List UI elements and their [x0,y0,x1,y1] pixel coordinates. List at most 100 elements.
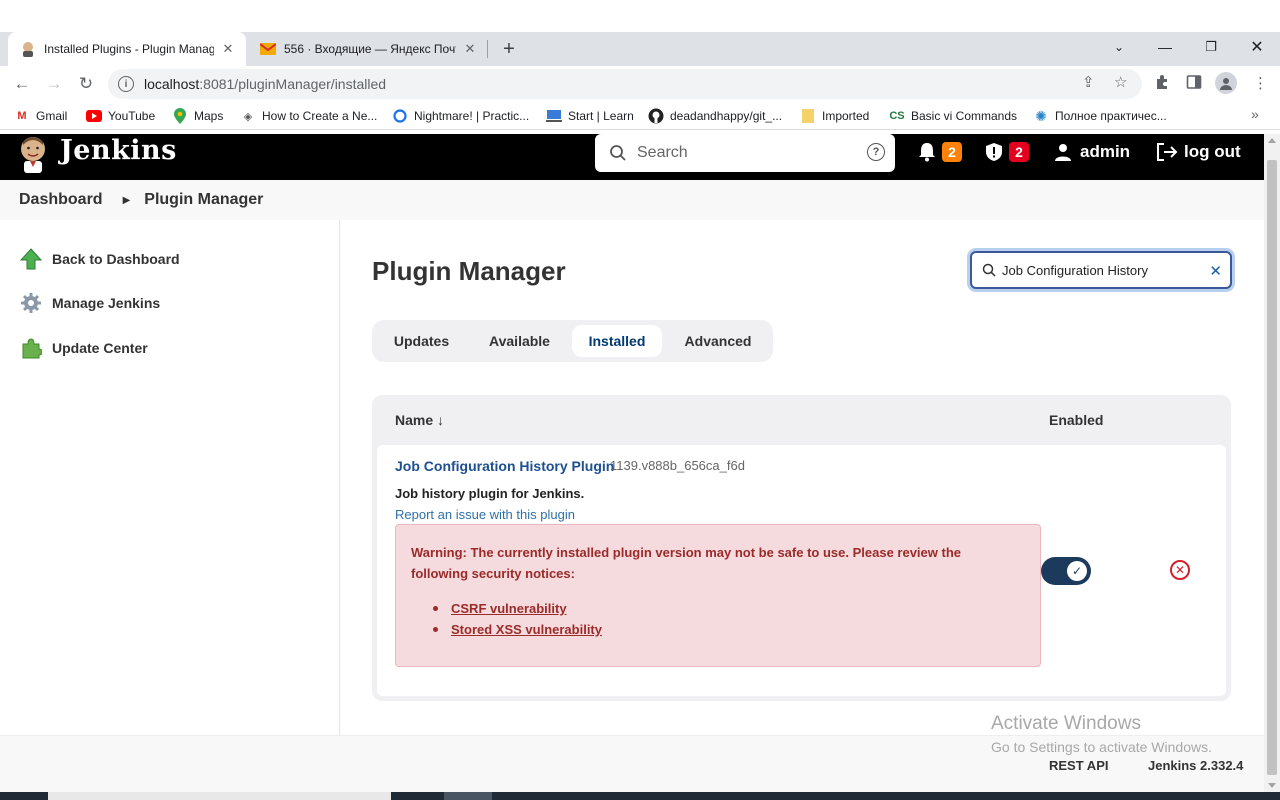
extensions-icon[interactable] [1154,74,1170,94]
puzzle-icon [20,337,42,359]
activate-windows-subtitle: Go to Settings to activate Windows. [991,739,1212,755]
user-menu[interactable]: admin [1054,142,1130,162]
jenkins-header: Jenkins ? 2 2 admin log out [0,134,1264,180]
bookmark-youtube[interactable]: YouTube [86,107,155,125]
mail-favicon-icon [260,41,276,57]
breadcrumb-chevron-icon[interactable]: ▶ [123,195,131,206]
share-icon[interactable]: ⇪ [1082,73,1095,91]
tab-advanced[interactable]: Advanced [672,325,764,357]
column-header-name[interactable]: Name ↓ [395,412,444,428]
new-tab-icon[interactable]: + [498,32,520,66]
security-button[interactable]: 2 [985,142,1029,162]
jenkins-logo-icon[interactable] [18,135,48,173]
enabled-toggle[interactable]: ✓ [1041,557,1091,585]
sidebar-item-update-center[interactable]: Update Center [20,337,148,359]
scroll-up-icon[interactable] [1268,138,1276,143]
bookmark-polnoe[interactable]: ✺ Полное практичес... [1033,107,1167,125]
uninstall-icon[interactable]: ✕ [1170,560,1190,580]
scroll-down-icon[interactable] [1268,783,1276,788]
tab-installed[interactable]: Installed [572,325,662,357]
global-search[interactable]: ? [595,134,895,172]
tab-title: Installed Plugins - Plugin Manager [44,42,214,56]
tab-search-icon[interactable]: ⌄ [1096,32,1142,62]
taskbar-app[interactable] [444,792,492,800]
breadcrumb-dashboard[interactable]: Dashboard [19,191,103,209]
plugin-version: 1139.v888b_656ca_f6d [610,458,745,473]
scrollbar-thumb[interactable] [1267,160,1277,775]
bookmark-github[interactable]: deadandhappy/git_... [648,107,782,125]
warning-text: Warning: The currently installed plugin … [411,545,961,581]
back-icon[interactable]: ← [12,74,32,94]
user-icon [1055,144,1071,161]
logout-label: log out [1184,142,1241,161]
gmail-icon: M [17,110,27,122]
bookmark-star-icon[interactable]: ☆ [1114,73,1127,91]
report-issue-link[interactable]: Report an issue with this plugin [395,507,575,522]
bell-icon [919,143,935,162]
security-badge: 2 [1009,142,1029,162]
bookmark-maps[interactable]: Maps [172,107,223,125]
close-window-icon[interactable]: ✕ [1234,32,1280,62]
breadcrumb-plugin-manager[interactable]: Plugin Manager [144,191,263,209]
restore-icon[interactable]: ❐ [1188,32,1234,62]
jenkins-title[interactable]: Jenkins [60,135,177,166]
shield-icon [986,143,1002,161]
tab-close-icon[interactable]: ✕ [462,41,478,57]
browser-tab-jenkins[interactable]: Installed Plugins - Plugin Manager ✕ [8,32,246,66]
site-info-icon[interactable]: i [118,76,134,92]
list-item[interactable]: CSRF vulnerability [433,598,602,619]
bookmarks-more-icon[interactable]: » [1251,106,1259,122]
tab-updates[interactable]: Updates [380,325,463,357]
forward-icon[interactable]: → [44,74,64,94]
sidebar-item-back-to-dashboard[interactable]: Back to Dashboard [20,248,180,270]
clear-filter-icon[interactable]: ✕ [1209,262,1222,280]
filter-input[interactable] [1002,262,1202,278]
jenkins-version-link[interactable]: Jenkins 2.332.4 [1148,758,1243,773]
reload-icon[interactable]: ↻ [76,74,96,94]
taskbar-search-box[interactable] [48,792,391,800]
tab-close-icon[interactable]: ✕ [220,41,236,57]
bookmarks-bar: M Gmail YouTube Maps ◈ How to Create a Ne.… [0,102,1280,130]
bookmark-start-learn[interactable]: Start | Learn [546,107,634,125]
bookmark-nightmare[interactable]: Nightmare! | Practic... [392,107,529,125]
maps-icon [172,108,188,124]
gear-bookmark-icon: ✺ [1035,107,1047,124]
help-icon[interactable]: ? [867,143,885,161]
notice-csrf-link[interactable]: CSRF vulnerability [451,601,567,616]
browser-tabstrip: Installed Plugins - Plugin Manager ✕ 556… [0,32,1280,66]
search-icon [610,145,626,161]
cs-icon: CS [889,110,905,122]
table-row: Job Configuration History Plugin 1139.v8… [377,445,1226,696]
browser-tab-mail[interactable]: 556 · Входящие — Яндекс Почта ✕ [248,32,488,66]
rest-api-link[interactable]: REST API [1049,758,1108,773]
sidebar-item-manage-jenkins[interactable]: Manage Jenkins [20,292,160,314]
minimize-icon[interactable]: — [1142,32,1188,62]
logout-link[interactable]: log out [1156,142,1241,162]
profile-avatar-icon[interactable] [1215,72,1237,94]
bookmark-imported[interactable]: Imported [800,107,869,125]
search-input[interactable] [637,144,857,162]
plugin-filter[interactable]: ✕ [970,251,1232,289]
column-header-enabled[interactable]: Enabled [1049,412,1103,428]
github-icon [648,108,664,124]
bookmark-gmail[interactable]: M Gmail [14,107,67,125]
logout-icon [1157,143,1178,161]
notifications-button[interactable]: 2 [918,142,962,162]
browser-menu-icon[interactable]: ⋮ [1253,74,1268,92]
plugin-name-link[interactable]: Job Configuration History Plugin [395,458,614,474]
breadcrumb: Dashboard ▶ Plugin Manager [0,180,1264,220]
plugins-table: Name ↓ Enabled Job Configuration History… [372,395,1231,701]
gear-icon [20,292,42,314]
browser-toolbar: ← → ↻ i localhost:8081/pluginManager/ins… [0,66,1280,102]
notice-xss-link[interactable]: Stored XSS vulnerability [451,622,602,637]
address-bar[interactable]: i localhost:8081/pluginManager/installed [108,69,1142,99]
tab-available[interactable]: Available [473,325,566,357]
list-item[interactable]: Stored XSS vulnerability [433,619,602,640]
plugin-description: Job history plugin for Jenkins. [395,486,585,501]
youtube-icon [86,108,102,124]
vertical-scrollbar[interactable] [1264,134,1280,792]
bookmark-how-to-create[interactable]: ◈ How to Create a Ne... [240,107,378,125]
os-taskbar [0,792,1280,800]
side-panel-icon[interactable] [1186,74,1202,94]
bookmark-basic-vi[interactable]: CS Basic vi Commands [889,107,1017,125]
